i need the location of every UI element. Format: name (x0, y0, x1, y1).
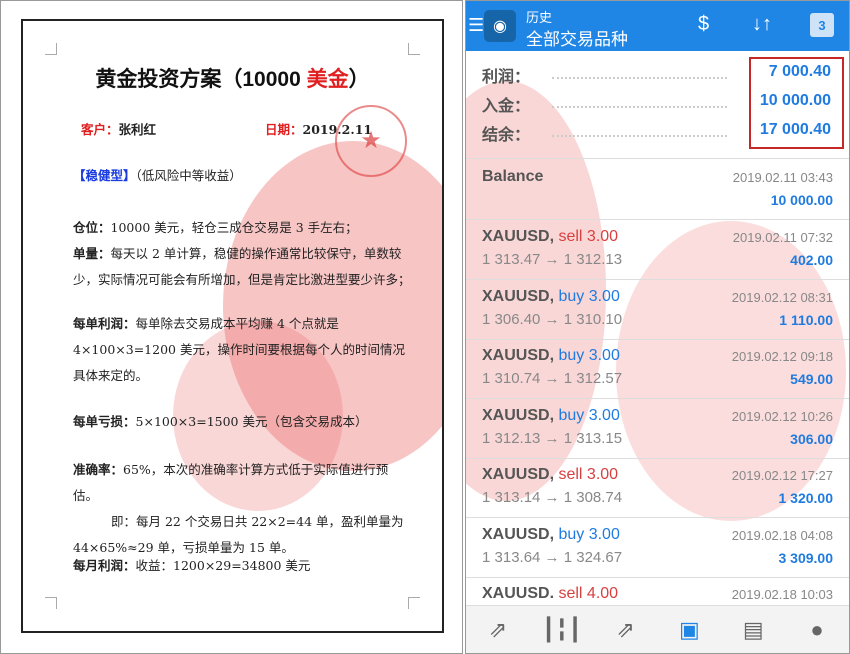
client-name: 张利红 (118, 122, 157, 137)
bottom-nav: ⇗ ┃╏┃ ⇗ ▣ ▤ ● (466, 605, 849, 653)
summary-panel: 利润： 7 000.40 入金： 10 000.00 结余： 17 000.40 (466, 51, 849, 159)
trade-prices: 1 312.13 → 1 313.15 (482, 429, 623, 447)
app-logo: ◉ (484, 10, 516, 42)
document-page: 黄金投资方案（10000 美金） 客户：张利红 日期：2019.2.11 ★ 【… (21, 19, 444, 633)
trade-row[interactable]: XAUUSD, buy 3.00 1 310.74 → 1 312.57 201… (466, 339, 849, 399)
trade-profit: 306.00 (790, 430, 833, 447)
menu-icon[interactable]: ☰ (468, 15, 484, 36)
trade-icon[interactable]: ⇗ (478, 617, 518, 643)
document-panel: 黄金投资方案（10000 美金） 客户：张利红 日期：2019.2.11 ★ 【… (0, 0, 463, 654)
news-icon[interactable]: ▤ (733, 617, 773, 643)
trade-row[interactable]: XAUUSD, sell 3.00 1 313.14 → 1 308.74 20… (466, 458, 849, 518)
trade-row[interactable]: XAUUSD, buy 3.00 1 312.13 → 1 313.15 201… (466, 399, 849, 459)
calendar-icon[interactable]: 3 (810, 13, 834, 37)
trade-date: 2019.02.12 10:26 (731, 408, 833, 424)
history-icon[interactable]: ▣ (669, 617, 709, 643)
balance-row[interactable]: Balance 2019.02.11 03:43 10 000.00 (466, 160, 849, 220)
trade-symbol: XAUUSD, buy 3.00 (482, 287, 620, 305)
currency-filter-icon[interactable]: $ (698, 13, 709, 36)
header-title: 历史 (526, 10, 553, 25)
trading-app: ☰ ◉ 历史 全部交易品种 $ ↓↑ 3 利润： 7 000.40 入金： 10 0… (465, 0, 850, 654)
symbol-filter[interactable]: 全部交易品种 (526, 25, 628, 50)
summary-balance: 结余： 17 000.40 (482, 121, 831, 144)
trade-profit: 402.00 (790, 252, 833, 268)
trade-date: 2019.02.12 17:27 (731, 468, 833, 483)
trade-symbol: XAUUSD. sell 4.00 (482, 585, 619, 602)
trade-row[interactable]: XAUUSD, sell 3.00 1 313.47 → 1 312.13 20… (466, 220, 849, 280)
trade-prices: 1 313.64 → 1 324.67 (482, 548, 623, 566)
sort-icon[interactable]: ↓↑ (752, 13, 772, 36)
trade-profit: 1 320.00 (778, 490, 834, 506)
trade-profit: 3 309.00 (778, 549, 834, 566)
trade-symbol: XAUUSD, buy 3.00 (482, 347, 620, 364)
trade-profit: 1 110.00 (779, 311, 833, 328)
trade-prices: 1 306.40 → 1 310.10 (482, 310, 623, 328)
trade-prices: 1 310.74 → 1 312.57 (482, 370, 623, 387)
summary-profit: 利润： 7 000.40 (482, 63, 831, 86)
trade-date: 2019.02.11 07:32 (732, 230, 833, 245)
trade-date: 2019.02.18 04:08 (731, 527, 833, 543)
trade-date: 2019.02.18 10:03 (731, 587, 833, 602)
chart-icon[interactable]: ┃╏┃ (542, 617, 582, 643)
trade-symbol: XAUUSD, buy 3.00 (482, 406, 620, 424)
app-header: ☰ ◉ 历史 全部交易品种 $ ↓↑ 3 (466, 1, 849, 51)
trade-symbol: XAUUSD, sell 3.00 (482, 228, 619, 245)
trade-symbol: XAUUSD, sell 3.00 (482, 466, 619, 483)
trade-prices: 1 313.14 → 1 308.74 (482, 489, 623, 506)
trade-prices: 1 313.47 → 1 312.13 (482, 251, 623, 268)
quotes-icon[interactable]: ⇗ (606, 617, 646, 643)
trade-symbol: XAUUSD, buy 3.00 (482, 525, 620, 543)
trade-profit: 549.00 (790, 371, 833, 387)
trade-date: 2019.02.12 09:18 (731, 349, 833, 364)
summary-deposit: 入金： 10 000.00 (482, 92, 831, 115)
document-title: 黄金投资方案（10000 美金） (95, 68, 370, 91)
chat-icon[interactable]: ● (797, 617, 837, 643)
seal-stamp: ★ (335, 105, 407, 177)
trade-row[interactable]: XAUUSD, buy 3.00 1 306.40 → 1 310.10 201… (466, 280, 849, 340)
trade-row[interactable]: XAUUSD, buy 3.00 1 313.64 → 1 324.67 201… (466, 518, 849, 578)
trade-date: 2019.02.12 08:31 (731, 289, 833, 305)
